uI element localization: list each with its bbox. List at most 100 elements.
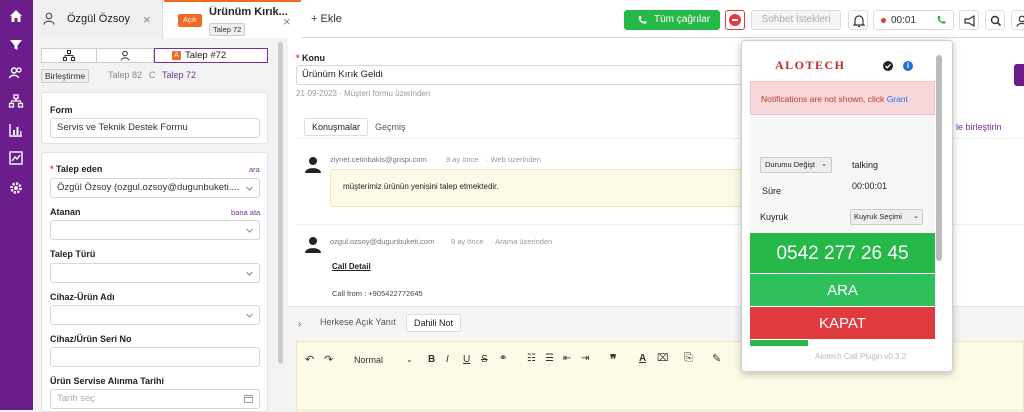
notification-message: Notifications are not shown, click — [761, 94, 885, 104]
strikethrough-icon[interactable]: S — [481, 354, 488, 365]
subject-input[interactable]: Ürünüm Kırık Geldi — [296, 65, 751, 85]
undo-icon[interactable]: ↶ — [305, 353, 314, 366]
subject-value: Ürünüm Kırık Geldi — [302, 69, 383, 80]
bullet-list-icon[interactable]: ☰ — [545, 353, 554, 364]
text-color-icon[interactable]: A — [639, 353, 646, 364]
merge-badge[interactable]: Birleştirme — [41, 69, 90, 83]
assign-to-me-link[interactable]: bana ata — [231, 208, 260, 217]
service-date-input[interactable]: Tarih seç — [50, 389, 260, 409]
chevron-down-icon: ⌄ — [821, 161, 827, 168]
tab-user[interactable]: Özgül Özsoy × — [33, 0, 163, 38]
queue-select[interactable]: Kuyruk Seçimi ⌄ — [850, 209, 923, 225]
tab-conversations[interactable]: Konuşmalar — [304, 118, 368, 136]
tab-user-profile[interactable] — [97, 48, 154, 63]
requester-select[interactable]: Özgül Özsoy (ozgul.ozsoy@dugunbuketi.... — [50, 178, 260, 198]
all-calls-label: Tüm çağrılar — [654, 14, 711, 25]
add-tab-button[interactable]: + Ekle — [311, 13, 342, 25]
call-detail-link[interactable]: Call Detail — [332, 262, 371, 271]
attachment-icon[interactable]: ⎘ — [684, 352, 693, 365]
close-icon[interactable]: × — [283, 15, 291, 28]
info-icon[interactable]: i — [903, 61, 913, 71]
profile-icon[interactable] — [1011, 10, 1024, 30]
scrollbar-thumb[interactable] — [936, 55, 942, 261]
status-badge: Açık — [178, 14, 202, 27]
chevron-down-icon — [246, 228, 253, 233]
requester-label: * Talep eden — [50, 164, 103, 174]
scrollbar-thumb[interactable] — [278, 42, 283, 364]
pane-splitter[interactable] — [278, 38, 288, 410]
underline-icon[interactable]: U — [463, 354, 470, 365]
call-button[interactable]: ARA — [750, 274, 935, 306]
subject-label-text: Konu — [302, 53, 326, 63]
status-select-value: Durumu Değişt — [765, 160, 816, 169]
queue-label: Kuyruk — [760, 212, 789, 222]
text-format-select[interactable]: Normal — [354, 355, 383, 365]
chevron-down-icon: ⌄ — [913, 213, 919, 220]
message-sender: ziynet.cetinbakis@grispi.com — [330, 155, 427, 164]
filter-icon[interactable] — [8, 37, 24, 53]
signature-icon[interactable]: ✎ — [712, 352, 721, 365]
avatar — [304, 235, 322, 253]
gear-icon[interactable] — [8, 180, 24, 196]
tab-ticket-title: Ürünüm Kırık... — [209, 6, 288, 18]
italic-icon[interactable]: I — [446, 354, 449, 365]
phone-icon — [637, 15, 647, 25]
bold-icon[interactable]: B — [428, 354, 435, 365]
side-panel-toggle[interactable] — [1014, 64, 1024, 86]
users-icon[interactable] — [8, 65, 24, 81]
search-requester-link[interactable]: ara — [249, 165, 260, 174]
bell-icon[interactable] — [848, 10, 868, 30]
subject-meta: 21-09-2023 · Müşteri formu üzerinden — [296, 89, 431, 98]
grant-link[interactable]: Grant — [887, 94, 908, 104]
bar-chart-icon[interactable] — [8, 122, 24, 138]
message-time: 9 ay önce — [446, 155, 479, 164]
chevron-right-icon[interactable]: › — [298, 319, 301, 330]
org-chart-icon[interactable] — [8, 93, 24, 109]
device-select[interactable] — [50, 305, 260, 325]
close-icon[interactable]: × — [143, 13, 151, 26]
call-timer-widget[interactable]: 00:01 — [873, 10, 954, 30]
indent-icon[interactable]: ⇥ — [581, 353, 589, 364]
user-icon — [43, 12, 55, 25]
all-calls-button[interactable]: Tüm çağrılar — [624, 10, 720, 30]
ticket-status-badge: A — [172, 51, 181, 60]
tab-user-label: Özgül Özsoy — [67, 13, 130, 25]
notification-text: Notifications are not shown, click Grant — [761, 94, 908, 104]
search-icon[interactable] — [985, 10, 1005, 30]
chat-status-button[interactable] — [725, 10, 745, 30]
serial-input[interactable] — [50, 347, 260, 367]
megaphone-icon[interactable] — [959, 10, 979, 30]
redo-icon[interactable]: ↷ — [324, 353, 333, 366]
message-channel: · Arama üzerinden — [491, 237, 553, 246]
history-separator: C — [149, 70, 156, 80]
home-icon[interactable] — [8, 8, 24, 24]
quote-icon[interactable]: ❞ — [610, 352, 616, 366]
history-link[interactable]: Talep 82 — [108, 70, 142, 80]
call-from-text: Call from : +905422772645 — [332, 289, 423, 298]
ticket-type-select[interactable] — [50, 263, 260, 283]
extra-action-button[interactable] — [750, 340, 808, 346]
outdent-icon[interactable]: ⇤ — [563, 353, 571, 364]
link-icon[interactable]: ⚭ — [499, 353, 507, 364]
tab-organization[interactable] — [41, 48, 97, 63]
check-icon[interactable] — [883, 61, 893, 71]
assignee-select[interactable] — [50, 220, 260, 240]
clear-format-icon[interactable]: ⌧ — [657, 353, 669, 364]
tab-ticket-details-label: Talep #72 — [185, 50, 227, 61]
chat-requests-button[interactable]: Sohbet İstekleri — [751, 10, 841, 30]
call-status-value: talking — [852, 160, 879, 170]
tab-public-reply[interactable]: Herkese Açık Yanıt — [320, 317, 396, 327]
hangup-button[interactable]: KAPAT — [750, 307, 935, 339]
tab-ticket-details[interactable]: A Talep #72 — [154, 48, 268, 63]
tab-internal-note[interactable]: Dahili Not — [406, 314, 461, 332]
line-chart-icon[interactable] — [8, 150, 24, 166]
message-channel: · Web üzerinden — [486, 155, 541, 164]
ordered-list-icon[interactable]: ☷ — [527, 353, 536, 364]
status-select[interactable]: Durumu Değişt ⌄ — [760, 157, 832, 173]
tab-history[interactable]: Geçmiş — [375, 122, 406, 132]
tab-ticket[interactable]: Açık Ürünüm Kırık... Talep 72 × — [164, 0, 301, 38]
merge-link[interactable]: le birleştirin — [956, 122, 1002, 132]
history-current[interactable]: Talep 72 — [162, 70, 196, 80]
form-select[interactable]: Servis ve Teknik Destek Formu — [50, 118, 260, 138]
left-nav-rail — [0, 0, 33, 410]
